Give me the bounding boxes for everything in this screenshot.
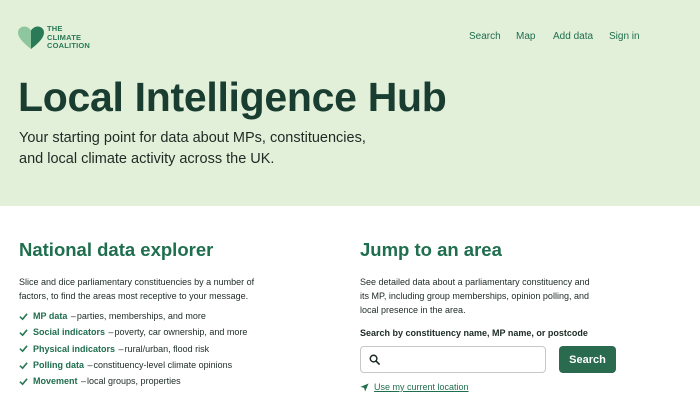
feature-detail: constituency-level climate opinions bbox=[93, 360, 233, 371]
jump-description: See detailed data about a parliamentary … bbox=[360, 277, 590, 315]
explorer-description: Slice and dice parliamentary constituenc… bbox=[19, 277, 255, 301]
check-icon bbox=[19, 312, 28, 321]
search-button[interactable]: Search bbox=[559, 346, 616, 373]
nav-link-sign-in[interactable]: Sign in bbox=[609, 31, 640, 42]
nav-link-add-data[interactable]: Add data bbox=[553, 31, 593, 42]
logo-line: COALITION bbox=[47, 41, 91, 50]
feature-label: Movement bbox=[33, 376, 78, 387]
feature-item: Polling data – constituency-level climate… bbox=[19, 357, 319, 373]
location-arrow-icon[interactable] bbox=[360, 382, 369, 392]
feature-label: Polling data bbox=[33, 360, 85, 371]
national-data-explorer-section: National data explorer Slice and dice pa… bbox=[19, 239, 319, 389]
feature-detail: poverty, car ownership, and more bbox=[114, 327, 248, 338]
search-box[interactable] bbox=[360, 346, 546, 373]
check-icon bbox=[19, 329, 28, 337]
jump-to-area-section: Jump to an area See detailed data about … bbox=[360, 239, 680, 392]
feature-label: MP data bbox=[33, 311, 68, 322]
feature-detail: local groups, properties bbox=[87, 376, 181, 387]
heart-logo-icon bbox=[18, 26, 44, 49]
search-label: Search by constituency name, MP name, or… bbox=[360, 328, 588, 338]
feature-label: Social indicators bbox=[33, 327, 106, 338]
feature-list: MP data – parties, memberships, and more … bbox=[19, 308, 319, 389]
search-row: Search bbox=[360, 346, 680, 373]
check-icon bbox=[19, 345, 28, 353]
jump-heading: Jump to an area bbox=[360, 239, 502, 260]
nav-link-search[interactable]: Search bbox=[469, 31, 501, 42]
feature-item: Physical indicators – rural/urban, flood … bbox=[19, 341, 319, 357]
check-icon bbox=[19, 378, 28, 386]
nav-link-map[interactable]: Map bbox=[516, 31, 535, 42]
area-search-input[interactable] bbox=[383, 347, 543, 372]
page-subtitle: Your starting point for data about MPs, … bbox=[19, 130, 366, 167]
use-current-location-link[interactable]: Use my current location bbox=[374, 382, 469, 392]
feature-detail: parties, memberships, and more bbox=[76, 311, 206, 322]
feature-item: MP data – parties, memberships, and more bbox=[19, 308, 319, 324]
page-title: Local Intelligence Hub bbox=[18, 74, 447, 120]
feature-label: Physical indicators bbox=[33, 343, 116, 354]
feature-item: Social indicators – poverty, car ownershi… bbox=[19, 324, 319, 340]
location-row: Use my current location bbox=[360, 382, 680, 392]
explorer-heading[interactable]: National data explorer bbox=[19, 239, 319, 261]
search-icon bbox=[369, 354, 380, 365]
check-icon bbox=[19, 361, 28, 369]
feature-detail: rural/urban, flood risk bbox=[124, 343, 210, 354]
hero-banner: THE CLIMATE COALITION Search Map Add dat… bbox=[0, 0, 700, 206]
site-logo[interactable]: THE CLIMATE COALITION bbox=[18, 24, 117, 51]
logo-text: THE CLIMATE COALITION bbox=[47, 24, 117, 51]
feature-item: Movement – local groups, properties bbox=[19, 373, 319, 389]
